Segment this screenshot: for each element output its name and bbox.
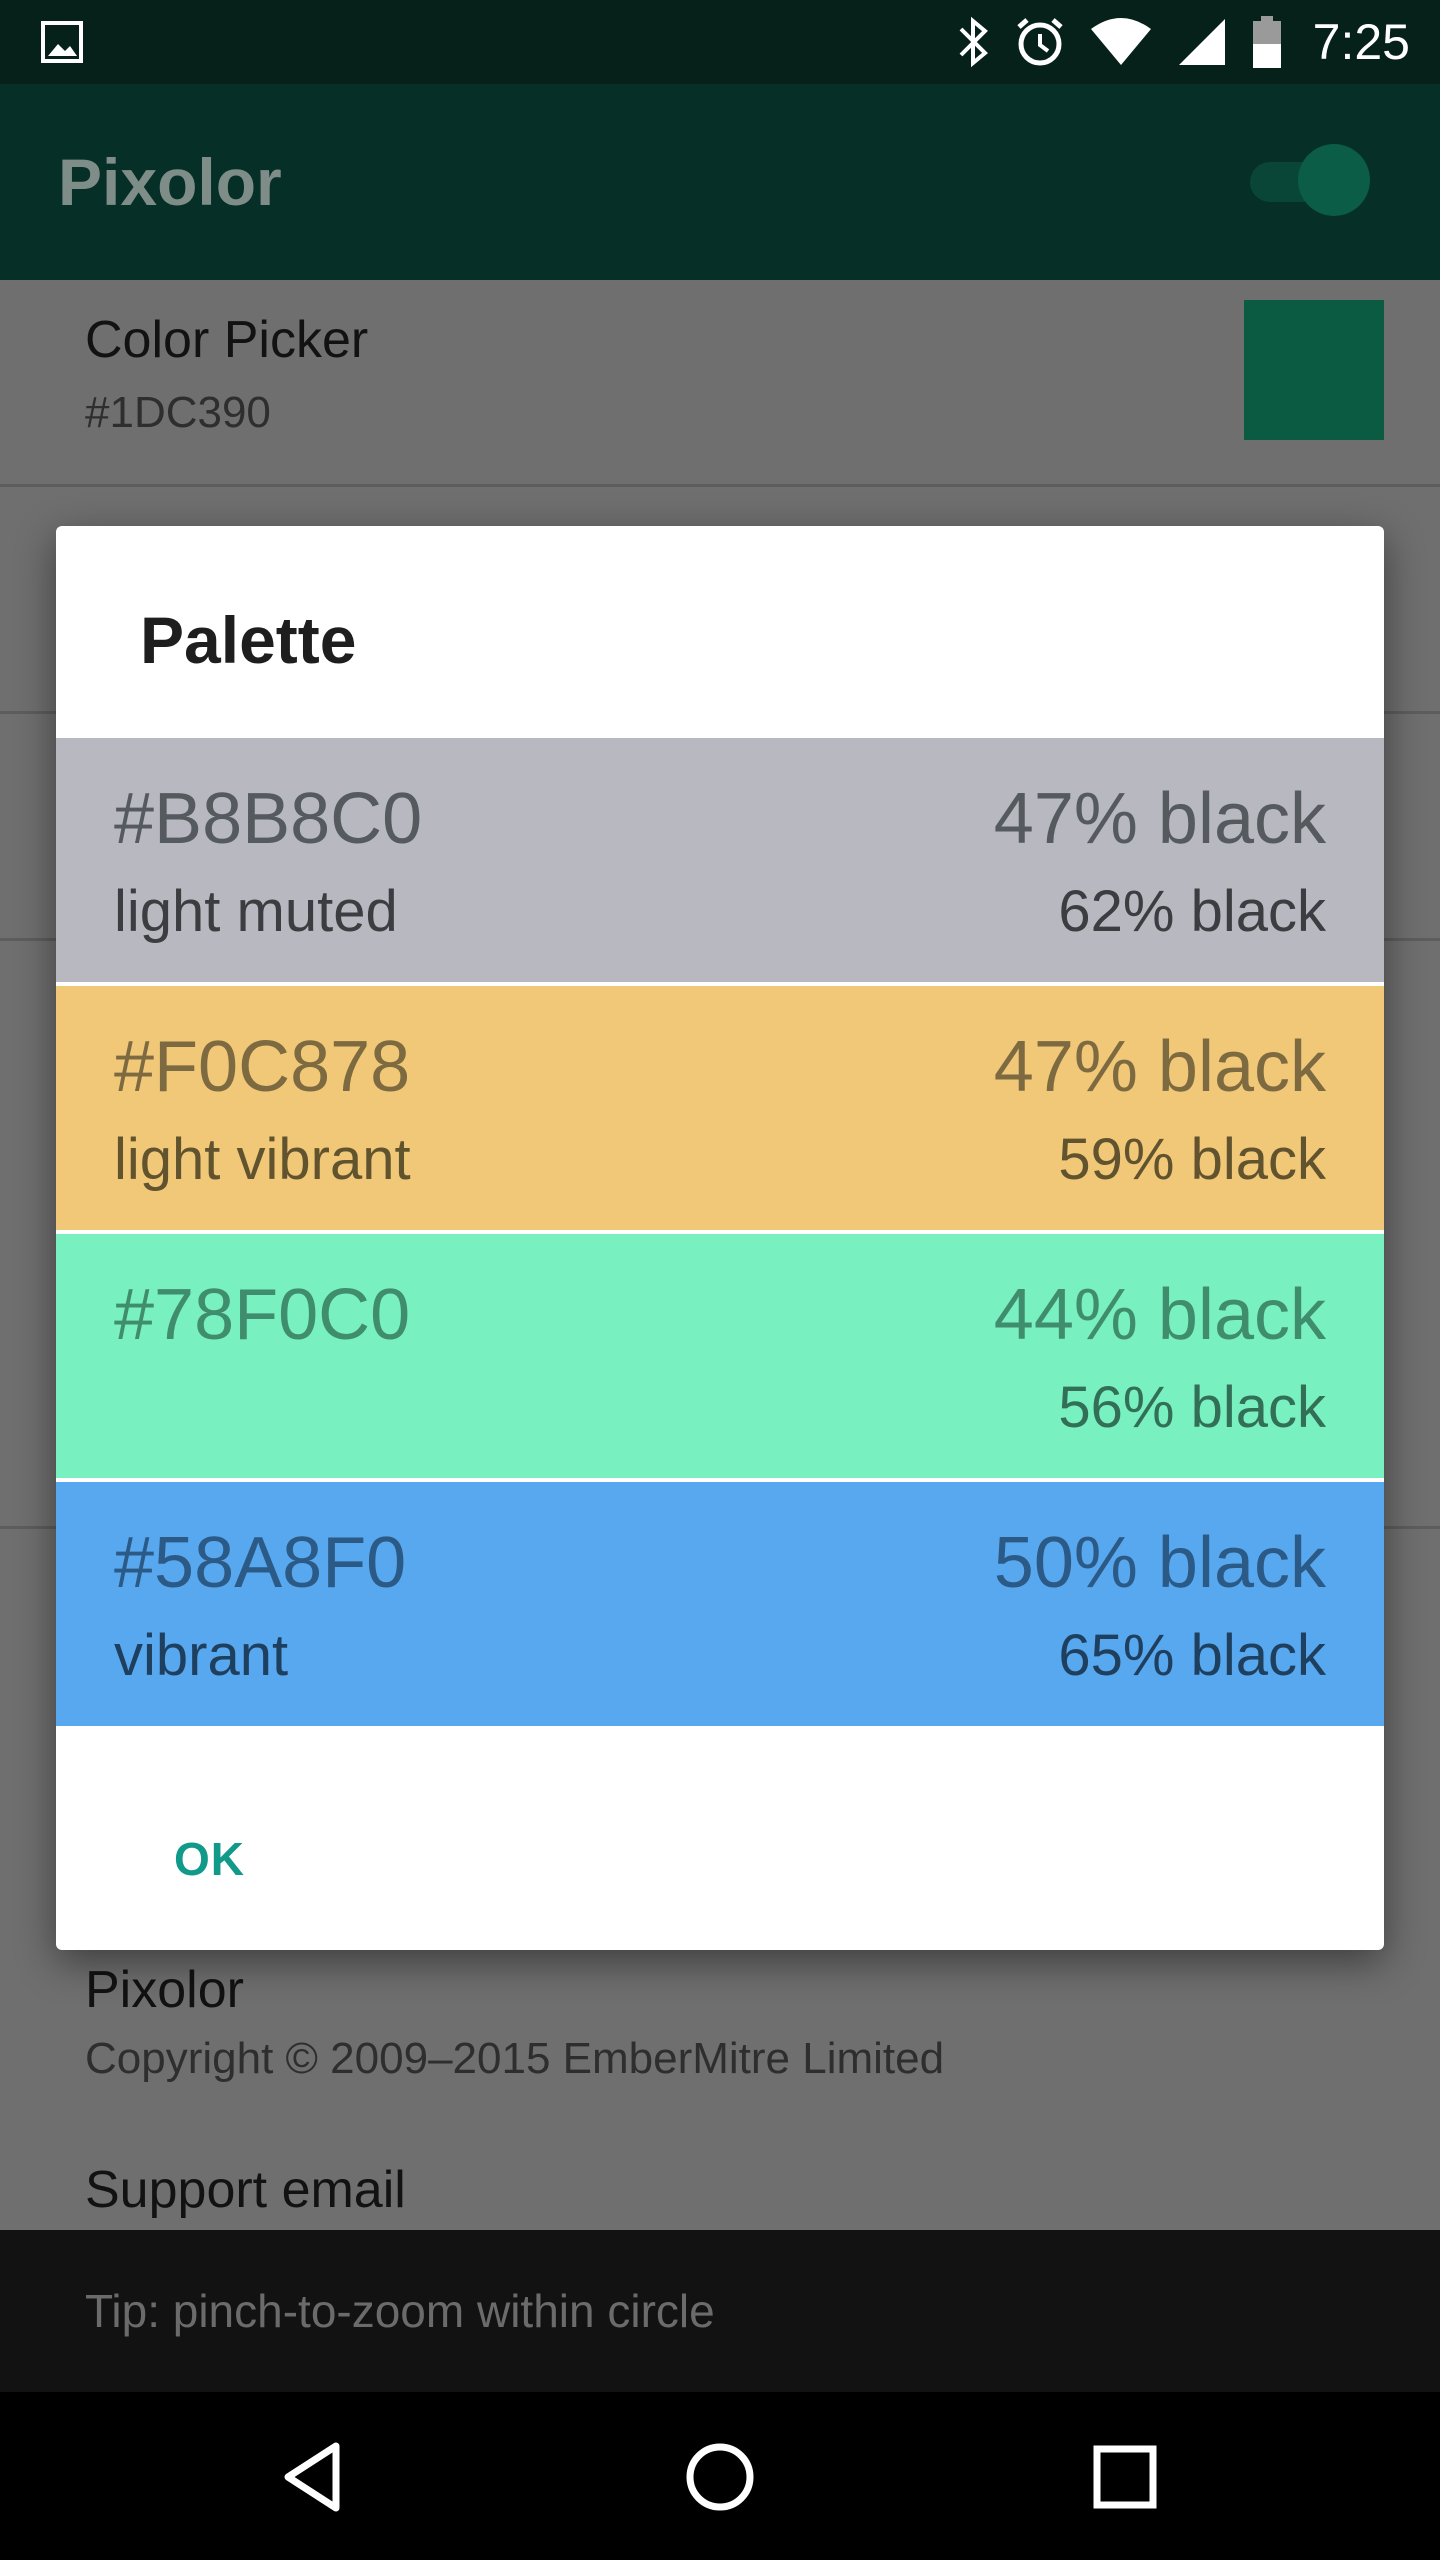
swatch-title-contrast: 47% black — [993, 779, 1326, 859]
wifi-icon — [1090, 18, 1151, 65]
about-title: Pixolor — [85, 1961, 244, 2019]
dialog-title: Palette — [140, 603, 357, 677]
tip-bar: Tip: pinch-to-zoom within circle — [0, 2230, 1440, 2392]
back-icon[interactable] — [270, 2432, 360, 2522]
support-email-title[interactable]: Support email — [85, 2160, 406, 2220]
ok-button[interactable]: OK — [174, 1832, 245, 1886]
status-bar: 7:25 — [0, 0, 1440, 84]
color-picker-row[interactable]: Color Picker #1DC390 — [0, 280, 1440, 487]
swatch-name: vibrant — [114, 1623, 289, 1688]
palette-swatch-light-vibrant[interactable]: #F0C878 light vibrant 47% black 59% blac… — [56, 986, 1384, 1230]
swatch-hex: #78F0C0 — [114, 1275, 411, 1355]
swatch-hex: #F0C878 — [114, 1027, 411, 1107]
recents-icon[interactable] — [1080, 2432, 1170, 2522]
swatch-title-contrast: 47% black — [993, 1027, 1326, 1107]
toggle-thumb — [1298, 144, 1370, 216]
swatch-hex: #B8B8C0 — [114, 779, 423, 859]
app-title: Pixolor — [58, 145, 282, 219]
palette-swatch-light-muted[interactable]: #B8B8C0 light muted 47% black 62% black — [56, 738, 1384, 982]
service-toggle[interactable] — [1250, 144, 1370, 216]
clock: 7:25 — [1312, 14, 1410, 70]
color-picker-value: #1DC390 — [85, 388, 271, 437]
color-picker-title: Color Picker — [85, 311, 369, 369]
color-swatch — [1244, 300, 1384, 440]
swatch-title-contrast: 44% black — [993, 1275, 1326, 1355]
home-icon[interactable] — [675, 2432, 765, 2522]
swatch-body-contrast: 59% black — [1058, 1127, 1326, 1192]
about-copyright: Copyright © 2009–2015 EmberMitre Limited — [85, 2034, 945, 2083]
battery-icon — [1252, 16, 1281, 68]
palette-swatch-vibrant[interactable]: #58A8F0 vibrant 50% black 65% black — [56, 1482, 1384, 1726]
palette-dialog: Palette #B8B8C0 light muted 47% black 62… — [56, 526, 1384, 1950]
navigation-bar — [0, 2392, 1440, 2560]
swatch-name: light vibrant — [114, 1127, 411, 1192]
signal-icon — [1178, 19, 1225, 65]
palette-swatch-green[interactable]: #78F0C0 44% black 56% black — [56, 1234, 1384, 1478]
swatch-body-contrast: 65% black — [1058, 1623, 1326, 1688]
swatch-name: light muted — [114, 879, 398, 944]
app-toolbar: Pixolor — [0, 84, 1440, 280]
image-icon — [41, 21, 83, 63]
tip-text: Tip: pinch-to-zoom within circle — [85, 2285, 715, 2337]
swatch-body-contrast: 62% black — [1058, 879, 1326, 944]
bluetooth-icon — [959, 16, 988, 68]
swatch-body-contrast: 56% black — [1058, 1375, 1326, 1440]
swatch-hex: #58A8F0 — [114, 1523, 407, 1603]
alarm-icon — [1017, 18, 1063, 66]
swatch-title-contrast: 50% black — [993, 1523, 1326, 1603]
